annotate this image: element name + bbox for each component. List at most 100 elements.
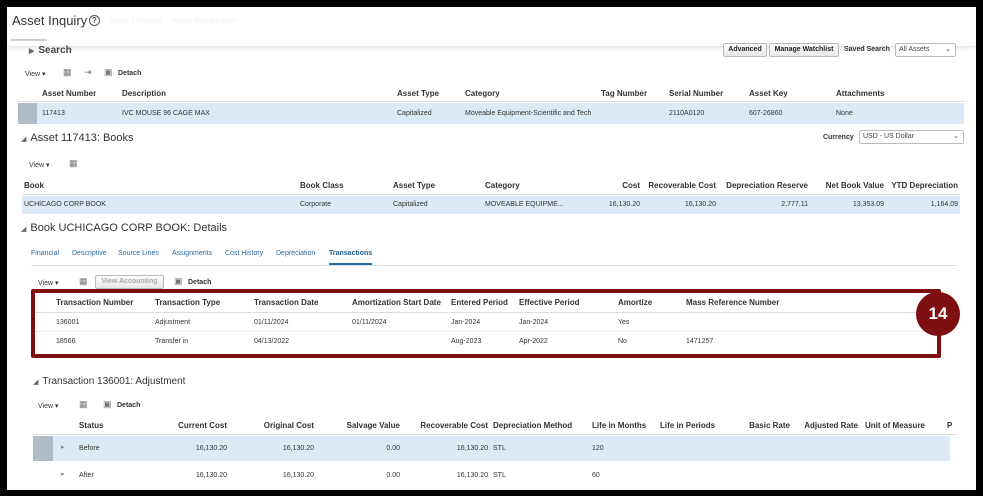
manage-watchlist-button[interactable]: Manage Watchlist bbox=[769, 43, 839, 57]
col-depreciation-method[interactable]: Depreciation Method bbox=[493, 421, 572, 430]
row-selector[interactable] bbox=[33, 436, 53, 461]
cell-recoverable-cost: 16,130.20 bbox=[456, 445, 488, 452]
col-book-class[interactable]: Book Class bbox=[300, 181, 344, 190]
view-label: View bbox=[29, 162, 45, 169]
col-recoverable-cost[interactable]: Recoverable Cost bbox=[411, 421, 488, 430]
cell-book-class: Corporate bbox=[300, 201, 332, 208]
col-category[interactable]: Category bbox=[485, 181, 520, 190]
col-asset-key[interactable]: Asset Key bbox=[749, 89, 788, 98]
col-life-in-periods[interactable]: Life in Periods bbox=[660, 421, 715, 430]
table-row[interactable]: ▸ After 16,130.20 16,130.20 0.00 16,130.… bbox=[33, 463, 950, 488]
col-description[interactable]: Description bbox=[122, 89, 166, 98]
collapse-triangle-icon[interactable]: ◢ bbox=[21, 225, 26, 233]
col-p[interactable]: P bbox=[947, 421, 952, 430]
help-icon[interactable]: ? bbox=[89, 15, 100, 26]
freeze-icon[interactable]: ⇥ bbox=[84, 67, 92, 78]
detach-icon[interactable]: ▣ bbox=[174, 276, 183, 287]
tab-cost-history[interactable]: Cost History bbox=[225, 250, 263, 257]
columns-icon[interactable]: ▦ bbox=[79, 399, 88, 410]
cell-net-book-value: 13,353.09 bbox=[852, 201, 884, 208]
table-row[interactable]: ▸ Before 16,130.20 16,130.20 0.00 16,130… bbox=[33, 436, 950, 461]
view-menu[interactable]: View ▾ bbox=[38, 402, 59, 410]
search-section[interactable]: ▶ Search bbox=[29, 45, 72, 56]
collapse-triangle-icon[interactable]: ◢ bbox=[33, 378, 38, 386]
columns-icon[interactable]: ▦ bbox=[79, 276, 88, 287]
view-menu[interactable]: View ▾ bbox=[38, 279, 59, 287]
cell-original-cost: 16,130.20 bbox=[282, 445, 314, 452]
col-basic-rate[interactable]: Basic Rate bbox=[733, 421, 790, 430]
col-original-cost[interactable]: Original Cost bbox=[238, 421, 314, 430]
books-section-title[interactable]: ◢ Asset 117413: Books bbox=[21, 132, 134, 144]
detach-icon[interactable]: ▣ bbox=[104, 67, 113, 78]
col-category[interactable]: Category bbox=[465, 89, 500, 98]
col-net-book-value[interactable]: Net Book Value bbox=[810, 181, 884, 190]
expand-triangle-icon[interactable]: ▶ bbox=[29, 47, 34, 55]
tab-depreciation[interactable]: Depreciation bbox=[276, 250, 315, 257]
tab-descriptive[interactable]: Descriptive bbox=[72, 250, 107, 257]
currency-select[interactable]: USD - US Dollar ⌄ bbox=[859, 130, 964, 144]
page-title: Asset Inquiry bbox=[12, 13, 88, 28]
col-ytd-depreciation[interactable]: YTD Depreciation bbox=[886, 181, 958, 190]
col-recoverable-cost[interactable]: Recoverable Cost bbox=[642, 181, 716, 190]
col-life-in-months[interactable]: Life in Months bbox=[592, 421, 646, 430]
search-title: Search bbox=[38, 45, 72, 56]
expand-row-icon[interactable]: ▸ bbox=[61, 470, 65, 478]
expand-row-icon[interactable]: ▸ bbox=[61, 443, 65, 451]
col-salvage-value[interactable]: Salvage Value bbox=[323, 421, 400, 430]
cell-recoverable-cost: 16,130.20 bbox=[456, 472, 488, 479]
col-adjusted-rate[interactable]: Adjusted Rate bbox=[797, 421, 858, 430]
chevron-down-icon: ⌄ bbox=[953, 133, 959, 140]
tab-transactions[interactable]: Transactions bbox=[329, 250, 373, 265]
currency-label: Currency bbox=[823, 134, 854, 141]
detach-button[interactable]: Detach bbox=[188, 279, 211, 286]
page-header: Asset Inquiry ? Asset Lifecycle Asset Re… bbox=[7, 7, 976, 47]
cell-current-cost: 16,130.20 bbox=[195, 472, 227, 479]
columns-icon[interactable]: ▦ bbox=[69, 158, 78, 169]
view-accounting-button[interactable]: View Accounting bbox=[95, 275, 164, 289]
col-book[interactable]: Book bbox=[24, 181, 44, 190]
col-tag-number[interactable]: Tag Number bbox=[601, 89, 647, 98]
detach-icon[interactable]: ▣ bbox=[103, 399, 112, 410]
col-serial-number[interactable]: Serial Number bbox=[669, 89, 723, 98]
col-current-cost[interactable]: Current Cost bbox=[153, 421, 227, 430]
table-row[interactable]: UCHICAGO CORP BOOK Corporate Capitalized… bbox=[22, 196, 960, 214]
col-cost[interactable]: Cost bbox=[602, 181, 640, 190]
highlight-box bbox=[31, 289, 941, 358]
tab-assignments[interactable]: Assignments bbox=[172, 250, 212, 257]
books-table-header: Book Book Class Asset Type Category Cost… bbox=[22, 177, 960, 195]
collapse-triangle-icon[interactable]: ◢ bbox=[21, 135, 26, 143]
tab-financial[interactable]: Financial bbox=[31, 250, 59, 257]
advanced-button[interactable]: Advanced bbox=[723, 43, 767, 57]
books-title: Asset 117413: Books bbox=[30, 132, 134, 144]
cell-status: After bbox=[79, 472, 94, 479]
cell-current-cost: 16,130.20 bbox=[195, 445, 227, 452]
tab-source-lines[interactable]: Source Lines bbox=[118, 250, 159, 257]
ghost-tab-retirements[interactable]: Asset Retirements bbox=[172, 16, 237, 25]
cell-category: Moveable Equipment-Scientific and Tech bbox=[465, 110, 592, 117]
view-menu[interactable]: View ▾ bbox=[25, 70, 46, 78]
col-asset-number[interactable]: Asset Number bbox=[42, 89, 96, 98]
col-depreciation-reserve[interactable]: Depreciation Reserve bbox=[718, 181, 808, 190]
cell-description: IVC MOUSE 96 CAGE MAX bbox=[122, 110, 210, 117]
saved-search-label: Saved Search bbox=[844, 46, 890, 53]
detach-button[interactable]: Detach bbox=[118, 70, 141, 77]
cell-book: UCHICAGO CORP BOOK bbox=[24, 201, 106, 208]
col-asset-type[interactable]: Asset Type bbox=[397, 89, 439, 98]
table-row[interactable]: 117413 IVC MOUSE 96 CAGE MAX Capitalized… bbox=[18, 103, 964, 124]
col-status[interactable]: Status bbox=[79, 421, 103, 430]
col-asset-type[interactable]: Asset Type bbox=[393, 181, 435, 190]
col-attachments[interactable]: Attachments bbox=[836, 89, 884, 98]
cell-asset-type: Capitalized bbox=[393, 201, 428, 208]
columns-icon[interactable]: ▦ bbox=[63, 67, 72, 78]
ghost-tab-lifecycle[interactable]: Asset Lifecycle bbox=[109, 16, 162, 25]
detach-button[interactable]: Detach bbox=[117, 402, 140, 409]
view-menu[interactable]: View ▾ bbox=[29, 161, 50, 169]
cell-original-cost: 16,130.20 bbox=[282, 472, 314, 479]
app-frame: Asset Inquiry ? Asset Lifecycle Asset Re… bbox=[7, 7, 976, 490]
saved-search-select[interactable]: All Assets ⌄ bbox=[895, 43, 956, 57]
details-section-title[interactable]: ◢ Book UCHICAGO CORP BOOK: Details bbox=[21, 222, 227, 234]
row-selector[interactable] bbox=[18, 103, 37, 124]
cell-asset-type: Capitalized bbox=[397, 110, 432, 117]
col-unit-of-measure[interactable]: Unit of Measure bbox=[865, 421, 925, 430]
adjustment-section-title[interactable]: ◢ Transaction 136001: Adjustment bbox=[33, 376, 185, 387]
